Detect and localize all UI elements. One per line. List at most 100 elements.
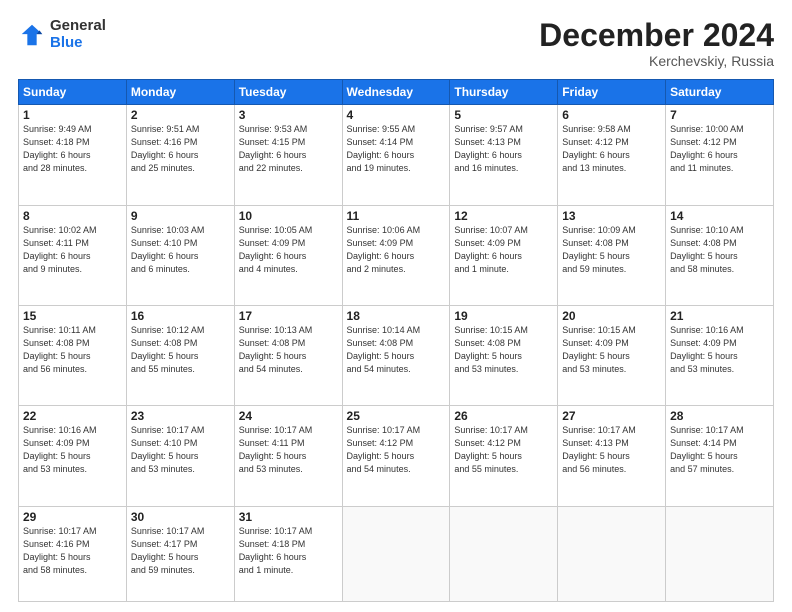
day-number: 23	[131, 409, 230, 423]
weekday-header: Saturday	[666, 80, 774, 105]
calendar-cell: 10Sunrise: 10:05 AM Sunset: 4:09 PM Dayl…	[234, 205, 342, 305]
day-number: 20	[562, 309, 661, 323]
day-number: 1	[23, 108, 122, 122]
cell-info: Sunrise: 10:12 AM Sunset: 4:08 PM Daylig…	[131, 324, 230, 376]
day-number: 16	[131, 309, 230, 323]
day-number: 10	[239, 209, 338, 223]
cell-info: Sunrise: 10:05 AM Sunset: 4:09 PM Daylig…	[239, 224, 338, 276]
calendar-cell: 21Sunrise: 10:16 AM Sunset: 4:09 PM Dayl…	[666, 305, 774, 405]
cell-info: Sunrise: 10:17 AM Sunset: 4:14 PM Daylig…	[670, 424, 769, 476]
cell-info: Sunrise: 9:53 AM Sunset: 4:15 PM Dayligh…	[239, 123, 338, 175]
calendar-cell: 16Sunrise: 10:12 AM Sunset: 4:08 PM Dayl…	[126, 305, 234, 405]
calendar-cell: 13Sunrise: 10:09 AM Sunset: 4:08 PM Dayl…	[558, 205, 666, 305]
calendar-cell: 27Sunrise: 10:17 AM Sunset: 4:13 PM Dayl…	[558, 406, 666, 506]
cell-info: Sunrise: 10:17 AM Sunset: 4:16 PM Daylig…	[23, 525, 122, 577]
cell-info: Sunrise: 10:00 AM Sunset: 4:12 PM Daylig…	[670, 123, 769, 175]
day-number: 3	[239, 108, 338, 122]
calendar-cell: 6Sunrise: 9:58 AM Sunset: 4:12 PM Daylig…	[558, 105, 666, 205]
weekday-header: Tuesday	[234, 80, 342, 105]
day-number: 30	[131, 510, 230, 524]
cell-info: Sunrise: 9:58 AM Sunset: 4:12 PM Dayligh…	[562, 123, 661, 175]
cell-info: Sunrise: 10:02 AM Sunset: 4:11 PM Daylig…	[23, 224, 122, 276]
calendar-cell: 8Sunrise: 10:02 AM Sunset: 4:11 PM Dayli…	[19, 205, 127, 305]
calendar-cell	[666, 506, 774, 602]
cell-info: Sunrise: 9:55 AM Sunset: 4:14 PM Dayligh…	[347, 123, 446, 175]
calendar-cell: 7Sunrise: 10:00 AM Sunset: 4:12 PM Dayli…	[666, 105, 774, 205]
cell-info: Sunrise: 10:03 AM Sunset: 4:10 PM Daylig…	[131, 224, 230, 276]
day-number: 13	[562, 209, 661, 223]
calendar-cell	[450, 506, 558, 602]
weekday-header: Thursday	[450, 80, 558, 105]
calendar-cell: 30Sunrise: 10:17 AM Sunset: 4:17 PM Dayl…	[126, 506, 234, 602]
day-number: 19	[454, 309, 553, 323]
day-number: 9	[131, 209, 230, 223]
day-number: 26	[454, 409, 553, 423]
cell-info: Sunrise: 10:09 AM Sunset: 4:08 PM Daylig…	[562, 224, 661, 276]
cell-info: Sunrise: 10:17 AM Sunset: 4:12 PM Daylig…	[347, 424, 446, 476]
logo-blue-text: Blue	[50, 35, 106, 52]
calendar-cell: 23Sunrise: 10:17 AM Sunset: 4:10 PM Dayl…	[126, 406, 234, 506]
calendar-cell: 20Sunrise: 10:15 AM Sunset: 4:09 PM Dayl…	[558, 305, 666, 405]
logo-general-text: General	[50, 18, 106, 35]
cell-info: Sunrise: 10:17 AM Sunset: 4:12 PM Daylig…	[454, 424, 553, 476]
calendar-cell: 22Sunrise: 10:16 AM Sunset: 4:09 PM Dayl…	[19, 406, 127, 506]
day-number: 17	[239, 309, 338, 323]
title-block: December 2024 Kerchevskiy, Russia	[539, 18, 774, 69]
calendar-cell: 17Sunrise: 10:13 AM Sunset: 4:08 PM Dayl…	[234, 305, 342, 405]
cell-info: Sunrise: 10:14 AM Sunset: 4:08 PM Daylig…	[347, 324, 446, 376]
day-number: 28	[670, 409, 769, 423]
day-number: 12	[454, 209, 553, 223]
day-number: 8	[23, 209, 122, 223]
calendar-cell: 24Sunrise: 10:17 AM Sunset: 4:11 PM Dayl…	[234, 406, 342, 506]
cell-info: Sunrise: 9:51 AM Sunset: 4:16 PM Dayligh…	[131, 123, 230, 175]
calendar-cell: 15Sunrise: 10:11 AM Sunset: 4:08 PM Dayl…	[19, 305, 127, 405]
day-number: 11	[347, 209, 446, 223]
day-number: 7	[670, 108, 769, 122]
day-number: 21	[670, 309, 769, 323]
calendar-cell: 2Sunrise: 9:51 AM Sunset: 4:16 PM Daylig…	[126, 105, 234, 205]
cell-info: Sunrise: 10:17 AM Sunset: 4:18 PM Daylig…	[239, 525, 338, 577]
calendar-cell: 4Sunrise: 9:55 AM Sunset: 4:14 PM Daylig…	[342, 105, 450, 205]
calendar-table: SundayMondayTuesdayWednesdayThursdayFrid…	[18, 79, 774, 602]
day-number: 18	[347, 309, 446, 323]
calendar-cell	[558, 506, 666, 602]
weekday-header: Friday	[558, 80, 666, 105]
day-number: 2	[131, 108, 230, 122]
header: General Blue December 2024 Kerchevskiy, …	[18, 18, 774, 69]
day-number: 5	[454, 108, 553, 122]
location-subtitle: Kerchevskiy, Russia	[539, 53, 774, 69]
logo: General Blue	[18, 18, 106, 51]
cell-info: Sunrise: 10:17 AM Sunset: 4:13 PM Daylig…	[562, 424, 661, 476]
calendar-cell: 5Sunrise: 9:57 AM Sunset: 4:13 PM Daylig…	[450, 105, 558, 205]
cell-info: Sunrise: 10:17 AM Sunset: 4:11 PM Daylig…	[239, 424, 338, 476]
cell-info: Sunrise: 10:06 AM Sunset: 4:09 PM Daylig…	[347, 224, 446, 276]
cell-info: Sunrise: 10:16 AM Sunset: 4:09 PM Daylig…	[670, 324, 769, 376]
calendar-cell: 12Sunrise: 10:07 AM Sunset: 4:09 PM Dayl…	[450, 205, 558, 305]
day-number: 14	[670, 209, 769, 223]
calendar-cell: 25Sunrise: 10:17 AM Sunset: 4:12 PM Dayl…	[342, 406, 450, 506]
calendar-cell: 18Sunrise: 10:14 AM Sunset: 4:08 PM Dayl…	[342, 305, 450, 405]
cell-info: Sunrise: 10:17 AM Sunset: 4:10 PM Daylig…	[131, 424, 230, 476]
cell-info: Sunrise: 10:15 AM Sunset: 4:08 PM Daylig…	[454, 324, 553, 376]
cell-info: Sunrise: 10:16 AM Sunset: 4:09 PM Daylig…	[23, 424, 122, 476]
weekday-header: Monday	[126, 80, 234, 105]
calendar-cell	[342, 506, 450, 602]
logo-text: General Blue	[50, 18, 106, 51]
cell-info: Sunrise: 10:17 AM Sunset: 4:17 PM Daylig…	[131, 525, 230, 577]
main-title: December 2024	[539, 18, 774, 53]
calendar-cell: 3Sunrise: 9:53 AM Sunset: 4:15 PM Daylig…	[234, 105, 342, 205]
day-number: 22	[23, 409, 122, 423]
day-number: 4	[347, 108, 446, 122]
day-number: 15	[23, 309, 122, 323]
calendar-cell: 28Sunrise: 10:17 AM Sunset: 4:14 PM Dayl…	[666, 406, 774, 506]
cell-info: Sunrise: 10:10 AM Sunset: 4:08 PM Daylig…	[670, 224, 769, 276]
day-number: 6	[562, 108, 661, 122]
calendar-cell: 19Sunrise: 10:15 AM Sunset: 4:08 PM Dayl…	[450, 305, 558, 405]
cell-info: Sunrise: 10:15 AM Sunset: 4:09 PM Daylig…	[562, 324, 661, 376]
weekday-header: Sunday	[19, 80, 127, 105]
calendar-cell: 9Sunrise: 10:03 AM Sunset: 4:10 PM Dayli…	[126, 205, 234, 305]
day-number: 25	[347, 409, 446, 423]
cell-info: Sunrise: 9:57 AM Sunset: 4:13 PM Dayligh…	[454, 123, 553, 175]
day-number: 27	[562, 409, 661, 423]
calendar-cell: 26Sunrise: 10:17 AM Sunset: 4:12 PM Dayl…	[450, 406, 558, 506]
